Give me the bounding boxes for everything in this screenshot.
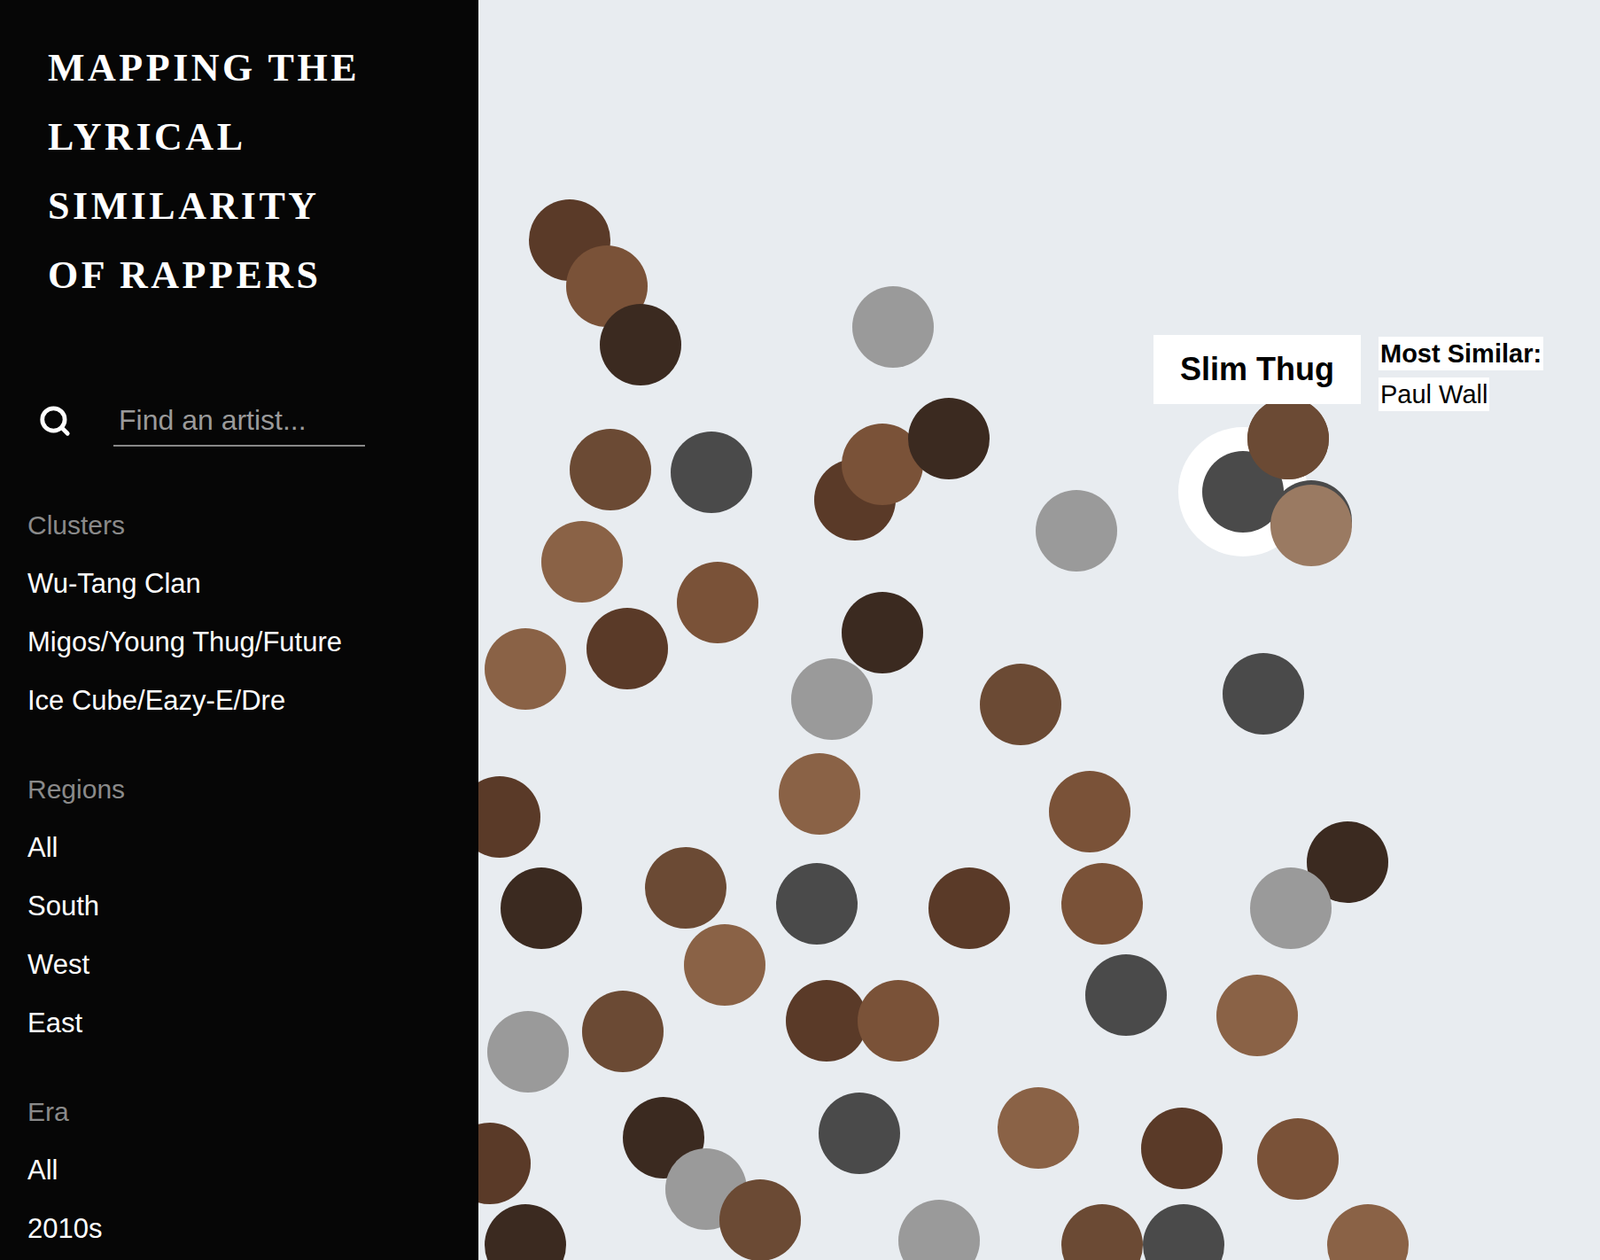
artist-face[interactable] (478, 1122, 531, 1204)
filter-item[interactable]: Migos/Young Thug/Future (27, 613, 479, 672)
filter-item[interactable]: All (27, 818, 479, 878)
artist-face[interactable] (1257, 1118, 1339, 1200)
artist-face[interactable] (487, 1010, 569, 1093)
artist-face[interactable] (997, 1087, 1080, 1169)
artist-face[interactable] (1216, 974, 1298, 1057)
artist-face[interactable] (1142, 1203, 1225, 1260)
title-line: LYRICAL (47, 102, 479, 172)
artist-face[interactable] (1035, 489, 1118, 572)
artist-face[interactable] (898, 1199, 980, 1260)
artist-face[interactable] (852, 286, 934, 368)
filter-item[interactable]: All (27, 1141, 479, 1200)
artist-face[interactable] (586, 607, 668, 690)
app: MAPPING THELYRICALSIMILARITYOF RAPPERS Cl… (0, 0, 1600, 1260)
artist-face[interactable] (719, 1179, 801, 1260)
artist-face[interactable] (979, 663, 1062, 746)
filter-section: EraAll2010s (27, 1082, 479, 1259)
artist-face[interactable] (1141, 1107, 1223, 1189)
artist-face[interactable] (1061, 862, 1143, 945)
artist-face[interactable] (778, 753, 861, 835)
similarity-map[interactable]: Slim Thug Most Similar: Paul Wall (478, 0, 1600, 1260)
artist-face[interactable] (582, 990, 664, 1072)
section-heading: Era (27, 1082, 479, 1142)
artist-face[interactable] (676, 561, 759, 644)
section-heading: Clusters (27, 496, 479, 555)
title-line: MAPPING THE (47, 33, 479, 103)
sidebar: MAPPING THELYRICALSIMILARITYOF RAPPERS Cl… (0, 0, 479, 1260)
title-line: SIMILARITY (47, 171, 479, 241)
artist-face[interactable] (1085, 954, 1167, 1036)
artist-face[interactable] (791, 658, 873, 740)
artist-face[interactable] (857, 979, 940, 1062)
search-input[interactable] (113, 395, 366, 447)
artist-face[interactable] (1270, 484, 1352, 567)
artist-face[interactable] (644, 846, 727, 929)
filter-section: RegionsAllSouthWestEast (27, 760, 479, 1053)
artist-face[interactable] (841, 591, 924, 674)
artist-face[interactable] (500, 867, 583, 949)
artist-face[interactable] (599, 303, 682, 386)
artist-face[interactable] (569, 428, 652, 511)
similar-label: Most Similar: (1378, 336, 1544, 371)
artist-face[interactable] (683, 924, 766, 1006)
filter-item[interactable]: Wu-Tang Clan (27, 554, 479, 614)
filter-item[interactable]: 2010s (27, 1199, 479, 1259)
filter-item[interactable]: South (27, 877, 479, 936)
artist-face[interactable] (1061, 1203, 1143, 1260)
artist-face[interactable] (1247, 397, 1329, 480)
artist-face[interactable] (484, 1203, 567, 1260)
filter-item[interactable]: West (27, 935, 479, 995)
artist-face[interactable] (1048, 770, 1131, 853)
artist-face[interactable] (785, 979, 868, 1062)
artist-face[interactable] (1222, 652, 1305, 735)
filter-item[interactable]: East (27, 994, 479, 1053)
artist-face[interactable] (541, 520, 623, 603)
artist-face[interactable] (478, 776, 541, 858)
artist-face[interactable] (484, 628, 567, 710)
filter-section: ClustersWu-Tang ClanMigos/Young Thug/Fut… (27, 496, 479, 731)
tooltip-name: Slim Thug (1153, 334, 1361, 404)
artist-face[interactable] (908, 397, 990, 480)
artist-face[interactable] (670, 431, 753, 513)
artist-tooltip: Slim Thug Most Similar: Paul Wall (1153, 334, 1544, 412)
artist-face[interactable] (1327, 1203, 1409, 1260)
artist-face[interactable] (1250, 867, 1332, 949)
similar-value: Paul Wall (1378, 377, 1490, 412)
section-heading: Regions (27, 760, 479, 819)
artist-face[interactable] (776, 862, 858, 945)
search-row (27, 391, 479, 451)
artist-face[interactable] (928, 867, 1010, 949)
page-title: MAPPING THELYRICALSIMILARITYOF RAPPERS (47, 33, 479, 311)
title-line: OF RAPPERS (47, 240, 479, 311)
filter-item[interactable]: Ice Cube/Eazy-E/Dre (27, 671, 479, 731)
tooltip-similar: Most Similar: Paul Wall (1378, 336, 1544, 412)
artist-face[interactable] (818, 1092, 901, 1174)
search-icon (38, 403, 72, 438)
